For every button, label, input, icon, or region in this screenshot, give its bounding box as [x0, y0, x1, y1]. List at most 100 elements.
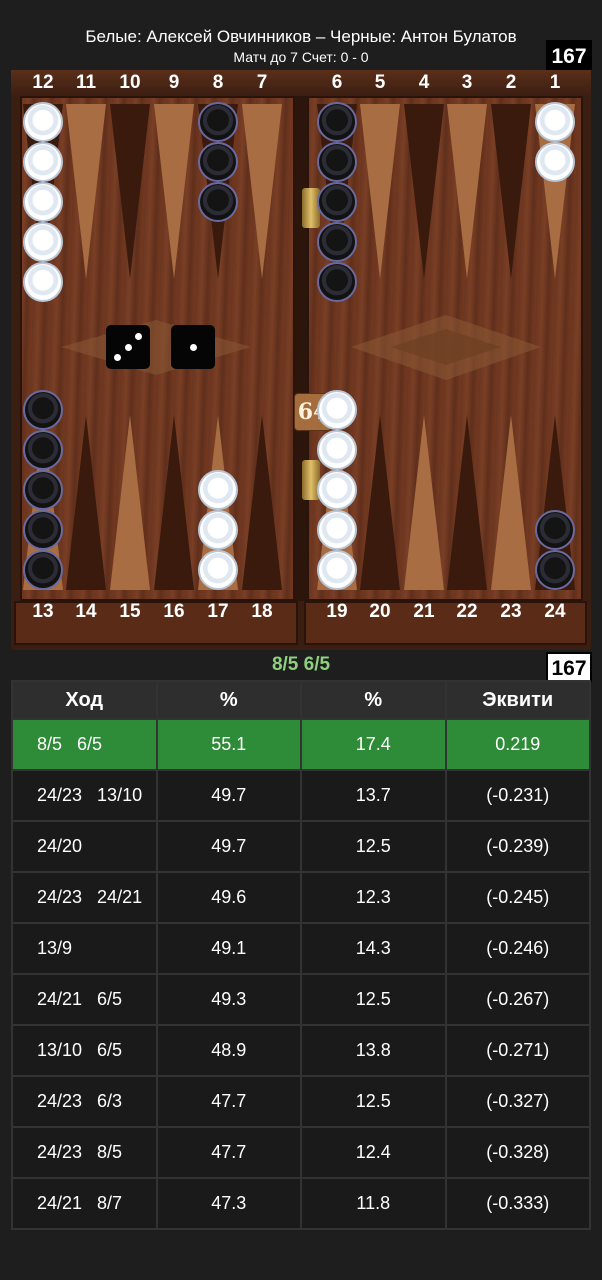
white-checker[interactable]: [317, 390, 357, 430]
white-checker[interactable]: [317, 510, 357, 550]
board-point-bottom[interactable]: [447, 415, 487, 590]
point-number-top: 9: [168, 72, 180, 93]
column-header-move: Ход: [11, 680, 158, 720]
cell-win-percent: 49.7: [155, 820, 302, 873]
cell-gammon-percent: 12.4: [300, 1126, 447, 1179]
cell-gammon-percent: 12.5: [300, 820, 447, 873]
backgammon-board[interactable]: 64 12 11 10 9 8 7 6 5 4 3 2 1 13 14 15 16 17 18 19 20 21 22 23…: [11, 70, 591, 650]
table-row[interactable]: 13/10 6/5 48.9 13.8 (-0.271): [11, 1024, 591, 1077]
match-header: Белые: Алексей Овчинников – Черные: Анто…: [0, 26, 602, 65]
board-point-bottom[interactable]: [66, 415, 106, 590]
board-point-top[interactable]: [404, 104, 444, 279]
table-row[interactable]: 24/23 24/21 49.6 12.3 (-0.245): [11, 871, 591, 924]
cell-win-percent: 47.3: [155, 1177, 302, 1230]
point-number-bottom: 16: [163, 601, 185, 622]
point-number-bottom: 21: [413, 601, 435, 622]
black-checker[interactable]: [23, 390, 63, 430]
column-header-gammon-percent: %: [300, 680, 447, 720]
white-checker[interactable]: [317, 470, 357, 510]
black-checker[interactable]: [317, 142, 357, 182]
board-point-top[interactable]: [154, 104, 194, 279]
point-number-top: 12: [32, 72, 54, 93]
point-number-top: 4: [418, 72, 430, 93]
black-checker[interactable]: [198, 102, 238, 142]
column-header-equity: Эквити: [444, 680, 591, 720]
white-checker[interactable]: [23, 182, 63, 222]
white-checker[interactable]: [198, 510, 238, 550]
point-number-top: 6: [331, 72, 343, 93]
board-point-top[interactable]: [491, 104, 531, 279]
cell-win-percent: 49.7: [155, 769, 302, 822]
white-checker[interactable]: [535, 102, 575, 142]
table-row[interactable]: 24/21 6/5 49.3 12.5 (-0.267): [11, 973, 591, 1026]
black-checker[interactable]: [317, 102, 357, 142]
die-pip: [135, 333, 142, 340]
black-checker[interactable]: [23, 510, 63, 550]
board-point-top[interactable]: [447, 104, 487, 279]
match-score: Матч до 7 Счет: 0 - 0: [233, 49, 369, 65]
cell-equity: (-0.267): [444, 973, 591, 1026]
white-checker[interactable]: [23, 102, 63, 142]
table-row[interactable]: 24/23 6/3 47.7 12.5 (-0.327): [11, 1075, 591, 1128]
point-number-bottom: 18: [251, 601, 273, 622]
black-checker[interactable]: [317, 262, 357, 302]
board-point-top[interactable]: [242, 104, 282, 279]
cell-win-percent: 47.7: [155, 1075, 302, 1128]
black-checker[interactable]: [535, 550, 575, 590]
cell-move: 24/23 6/3: [11, 1075, 158, 1128]
black-checker[interactable]: [198, 142, 238, 182]
board-point-bottom[interactable]: [360, 415, 400, 590]
black-checker[interactable]: [23, 470, 63, 510]
board-point-top[interactable]: [360, 104, 400, 279]
black-checker[interactable]: [317, 222, 357, 262]
point-number-top: 8: [212, 72, 224, 93]
board-point-top[interactable]: [66, 104, 106, 279]
die[interactable]: [106, 325, 150, 369]
board-point-bottom[interactable]: [491, 415, 531, 590]
cell-win-percent: 49.3: [155, 973, 302, 1026]
cell-equity: (-0.231): [444, 769, 591, 822]
board-point-bottom[interactable]: [154, 415, 194, 590]
cell-move: 24/23 13/10: [11, 769, 158, 822]
cell-equity: (-0.327): [444, 1075, 591, 1128]
table-row[interactable]: 24/23 13/10 49.7 13.7 (-0.231): [11, 769, 591, 822]
black-checker[interactable]: [198, 182, 238, 222]
white-checker[interactable]: [198, 470, 238, 510]
table-row[interactable]: 24/20 49.7 12.5 (-0.239): [11, 820, 591, 873]
cell-win-percent: 48.9: [155, 1024, 302, 1077]
white-checker[interactable]: [535, 142, 575, 182]
white-checker[interactable]: [317, 430, 357, 470]
cell-equity: 0.219: [444, 718, 591, 771]
black-checker[interactable]: [535, 510, 575, 550]
table-header-row: Ход % % Эквити: [11, 680, 591, 720]
board-point-top[interactable]: [110, 104, 150, 279]
point-number-bottom: 19: [326, 601, 348, 622]
black-checker[interactable]: [317, 182, 357, 222]
black-checker[interactable]: [23, 550, 63, 590]
board-point-bottom[interactable]: [242, 415, 282, 590]
cell-win-percent: 49.1: [155, 922, 302, 975]
point-number-top: 1: [549, 72, 561, 93]
black-checker[interactable]: [23, 430, 63, 470]
white-checker[interactable]: [198, 550, 238, 590]
die[interactable]: [171, 325, 215, 369]
point-number-bottom: 23: [500, 601, 522, 622]
board-point-bottom[interactable]: [404, 415, 444, 590]
white-checker[interactable]: [23, 142, 63, 182]
cell-win-percent: 47.7: [155, 1126, 302, 1179]
die-pip: [189, 343, 197, 351]
cell-equity: (-0.328): [444, 1126, 591, 1179]
board-point-bottom[interactable]: [110, 415, 150, 590]
white-checker[interactable]: [23, 222, 63, 262]
cell-gammon-percent: 12.3: [300, 871, 447, 924]
cell-move: 8/5 6/5: [11, 718, 158, 771]
white-checker[interactable]: [317, 550, 357, 590]
board-bar: [295, 96, 307, 601]
table-row[interactable]: 24/21 8/7 47.3 11.8 (-0.333): [11, 1177, 591, 1230]
white-checker[interactable]: [23, 262, 63, 302]
point-number-bottom: 20: [369, 601, 391, 622]
table-row[interactable]: 13/9 49.1 14.3 (-0.246): [11, 922, 591, 975]
table-row[interactable]: 8/5 6/5 55.1 17.4 0.219: [11, 718, 591, 771]
point-number-top: 10: [119, 72, 141, 93]
table-row[interactable]: 24/23 8/5 47.7 12.4 (-0.328): [11, 1126, 591, 1179]
